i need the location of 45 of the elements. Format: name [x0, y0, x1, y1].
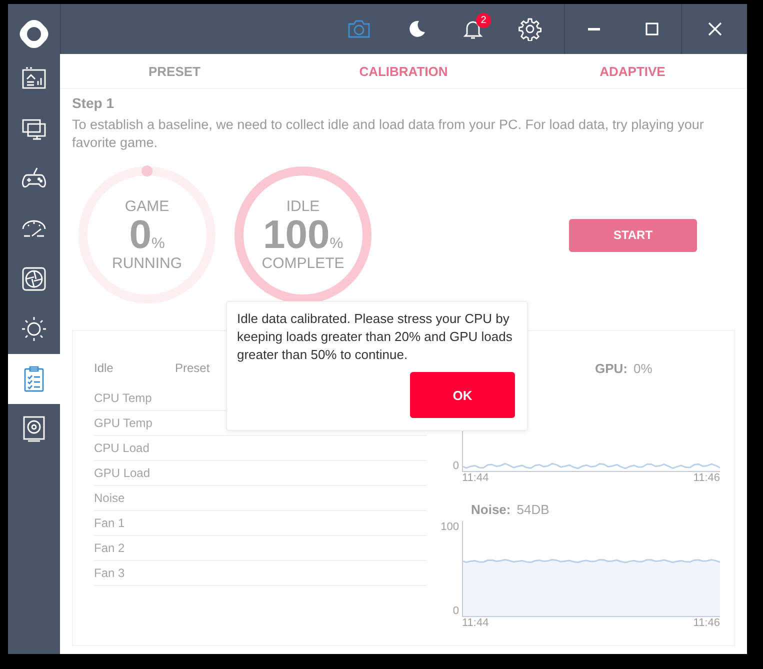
ring-label: IDLE	[286, 198, 320, 215]
ring-unit: %	[151, 235, 165, 252]
axis-tick: 11:46	[693, 617, 720, 629]
chart-label: GPU:	[595, 361, 628, 376]
ring-label: GAME	[124, 198, 170, 215]
row-label: GPU Load	[94, 466, 150, 480]
row-label: CPU Temp	[94, 391, 152, 405]
row-label: Fan 3	[94, 566, 125, 580]
maximize-icon	[645, 22, 659, 36]
tab[interactable]: ADAPTIVE	[518, 54, 747, 88]
axis-tick: 11:46	[693, 472, 720, 484]
ring-value: 100	[262, 215, 330, 255]
row-label: Fan 2	[94, 541, 125, 555]
row-label: Noise	[94, 491, 125, 505]
axis-tick: 11:44	[462, 617, 489, 629]
row-label: CPU Load	[94, 441, 150, 455]
ring-unit: %	[330, 235, 344, 252]
sidebar-item[interactable]	[8, 354, 60, 404]
ring-value: 0	[129, 215, 152, 255]
step-description: To establish a baseline, we need to collect idle and load data from your PC. For load data, try playing your favorite game.	[72, 116, 705, 152]
brightness-icon	[20, 315, 48, 343]
close-icon	[708, 22, 722, 36]
fan-icon	[20, 265, 48, 293]
tab[interactable]: PRESET	[60, 54, 289, 88]
ring-status: RUNNING	[112, 255, 182, 272]
tab[interactable]: CALIBRATION	[289, 54, 518, 88]
logo-icon	[18, 18, 50, 50]
axis-tick: 11:44	[462, 472, 489, 484]
column-header: Idle	[94, 361, 114, 377]
ring-status: COMPLETE	[262, 255, 344, 272]
column-header: Preset	[175, 361, 211, 377]
row-label: Fan 1	[94, 516, 125, 530]
row-label: GPU Temp	[94, 416, 152, 430]
axis-tick: 100	[440, 521, 459, 533]
bell-button[interactable]: 2	[455, 11, 491, 47]
dialog-message: Idle data calibrated. Please stress your CPU by keeping loads greater than 20% and GPU loads greater than 50% to continue.	[237, 310, 514, 364]
chart-label: Noise:	[471, 502, 511, 517]
notification-badge: 2	[476, 13, 491, 28]
chart-reading: 54DB	[516, 502, 550, 517]
axis-tick: 0	[452, 605, 459, 617]
chart-reading: 0%	[634, 361, 652, 376]
ok-button[interactable]: OK	[410, 372, 515, 418]
settings-icon	[518, 17, 542, 41]
step-title: Step 1	[72, 95, 116, 111]
axis-tick: 0	[452, 460, 459, 472]
